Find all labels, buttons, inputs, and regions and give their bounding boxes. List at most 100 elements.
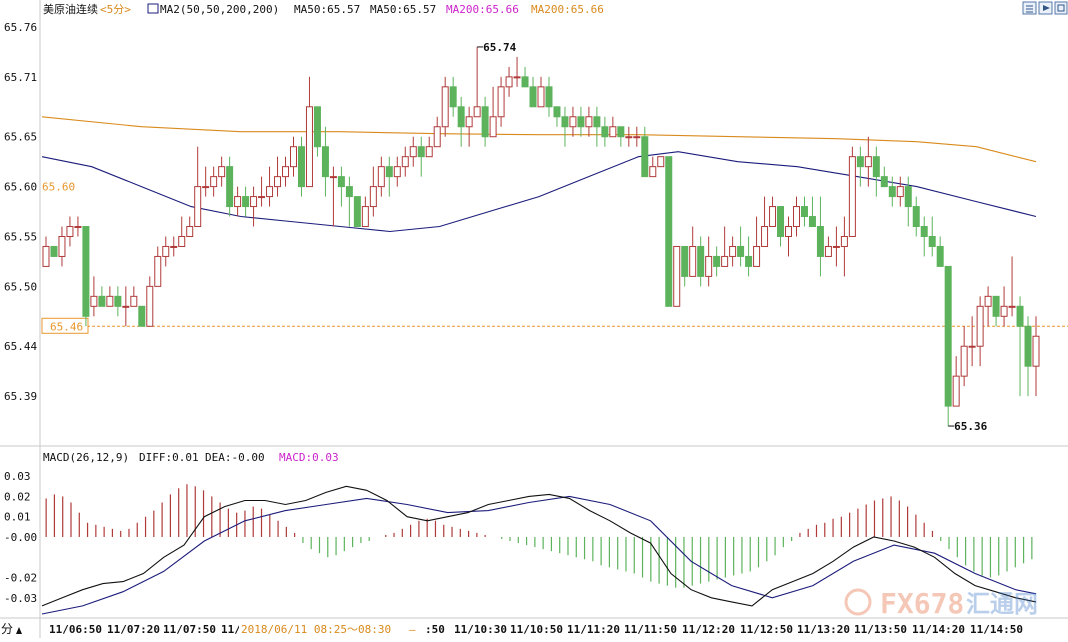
candle <box>705 236 713 287</box>
candle <box>872 146 880 197</box>
candle-body <box>545 86 553 108</box>
candle-body <box>904 186 912 208</box>
candle-body <box>377 166 385 188</box>
candle <box>170 236 178 257</box>
candle <box>832 226 840 267</box>
candle <box>218 156 226 187</box>
candle <box>385 156 393 197</box>
candle <box>968 316 976 367</box>
candle-body <box>505 76 513 88</box>
candle <box>82 226 90 327</box>
candle <box>769 196 777 228</box>
triangle-up-icon[interactable] <box>16 627 22 634</box>
candle-body <box>489 116 497 138</box>
candle-body <box>729 245 737 257</box>
tooltip-dash: — <box>409 623 416 636</box>
candle-body <box>968 345 976 348</box>
time-tick-label: :50 <box>425 623 445 636</box>
candle <box>297 136 305 197</box>
candle <box>465 106 473 147</box>
candle-body <box>1000 305 1008 317</box>
candle <box>673 245 681 307</box>
candle-body <box>210 176 218 188</box>
candle-body <box>713 255 721 267</box>
candle-body <box>178 235 186 247</box>
candle-body <box>617 126 625 138</box>
ma200-line <box>41 116 1037 163</box>
play-icon[interactable] <box>1038 1 1053 15</box>
candle <box>122 286 130 327</box>
candle <box>729 236 737 267</box>
candle-body <box>82 226 90 317</box>
candle-body <box>441 86 449 128</box>
candle-body <box>50 245 58 257</box>
candle <box>250 186 258 227</box>
time-axis: 分 11/06:50 11/07:20 11/07:50 11/:50 11/10:30… <box>1 620 1023 636</box>
window-icon[interactable] <box>1054 1 1068 15</box>
toolbar <box>1022 1 1068 15</box>
candle-body <box>769 206 777 228</box>
candle-body <box>992 295 1000 317</box>
candle-body <box>920 226 928 237</box>
tooltip-time: 2018/06/11 08:25～08:30 <box>241 623 391 636</box>
table-icon[interactable] <box>1022 1 1037 15</box>
candle-body <box>649 166 657 178</box>
candle <box>449 76 457 117</box>
candle-body <box>337 176 345 188</box>
candle <box>896 176 904 207</box>
candle <box>210 166 218 197</box>
ma200-value-2: MA200:65.66 <box>531 3 604 16</box>
candle-body <box>433 126 441 148</box>
ma50-value-2: MA50:65.57 <box>370 3 436 16</box>
watermark-cn: 汇通网 <box>966 590 1038 618</box>
price-chart-svg[interactable]: 美原油连续 <5分> MA2(50,50,200,200) MA50:65.57… <box>0 0 1068 638</box>
candle <box>369 166 377 217</box>
candle-body <box>944 265 952 407</box>
candle <box>489 86 497 138</box>
candle <box>721 226 729 267</box>
candle-body <box>58 235 66 257</box>
candle <box>529 76 537 108</box>
candle-body <box>673 245 681 307</box>
candle <box>944 265 952 427</box>
candle <box>242 186 250 217</box>
reference-label: 65.46 <box>50 320 83 333</box>
candle-body <box>665 156 673 307</box>
candle <box>904 176 912 227</box>
candle-body <box>202 186 210 189</box>
candle-body <box>289 146 297 168</box>
candle <box>1000 286 1008 327</box>
watermark: FX678 汇通网 <box>844 587 1038 620</box>
candle-body <box>1024 325 1032 367</box>
candle-body <box>42 245 50 267</box>
candle <box>912 196 920 237</box>
candle-body <box>633 136 641 139</box>
chart-stage: 美原油连续 <5分> MA2(50,50,200,200) MA50:65.57… <box>0 0 1068 638</box>
ma50-line <box>41 151 1037 233</box>
candle <box>569 106 577 137</box>
candle <box>697 236 705 287</box>
macd-y-axis: 0.03 0.02 0.01 -0.00 -0.02 -0.03 <box>4 470 37 605</box>
candle-body <box>194 186 202 228</box>
time-tick-label: 11/13:20 <box>797 623 850 636</box>
candle <box>345 176 353 227</box>
macd-tick-label: -0.03 <box>4 592 37 605</box>
candle-body <box>697 245 705 277</box>
price-tick-label: 65.71 <box>4 71 37 84</box>
candle <box>737 226 745 267</box>
candle-body <box>481 106 489 138</box>
candle-body <box>146 285 154 327</box>
candle-body <box>98 295 106 307</box>
candle-body <box>274 176 282 188</box>
time-tick-label: 11/12:20 <box>682 623 735 636</box>
price-tick-label: 65.76 <box>4 21 37 34</box>
candle-body <box>258 196 266 199</box>
candle-body <box>761 226 769 247</box>
time-tick-label: 11/07:50 <box>163 623 216 636</box>
candle-body <box>824 245 832 257</box>
candle <box>984 286 992 327</box>
candle <box>601 116 609 147</box>
candle-body <box>114 295 122 307</box>
candle-body <box>473 106 481 118</box>
candle-body <box>369 186 377 208</box>
